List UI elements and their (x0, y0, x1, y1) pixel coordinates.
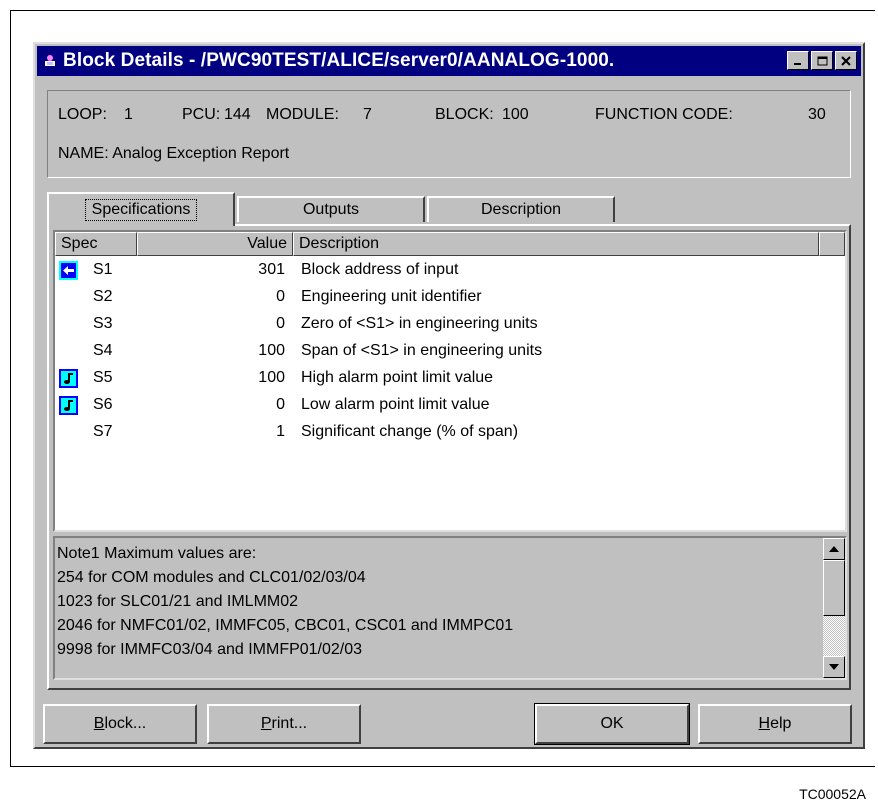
print-button[interactable]: Print... (207, 704, 361, 744)
maximize-icon[interactable] (811, 51, 833, 70)
block-value: 100 (502, 106, 529, 123)
spec-value: 0 (276, 396, 285, 413)
block-label: BLOCK: (435, 106, 494, 123)
tab-specifications-label: Specifications (84, 199, 198, 221)
list-item[interactable]: S2 0 Engineering unit identifier (55, 285, 845, 312)
tab-outputs[interactable]: Outputs (237, 196, 425, 222)
spec-description: Engineering unit identifier (301, 288, 482, 305)
spec-value: 301 (258, 261, 285, 278)
scroll-thumb[interactable] (823, 560, 845, 616)
tab-description-label: Description (480, 201, 562, 218)
tunable-note-icon (59, 396, 78, 415)
function-code-value: 30 (808, 106, 826, 123)
spec-value: 0 (276, 315, 285, 332)
spec-description: Zero of <S1> in engineering units (301, 315, 538, 332)
function-code-label: FUNCTION CODE: (595, 106, 733, 123)
spec-id: S5 (93, 369, 113, 386)
print-button-label: rint... (271, 715, 308, 732)
note-line: 1023 for SLC01/21 and IMLMM02 (57, 593, 299, 610)
column-header-spec[interactable]: Spec (55, 232, 137, 256)
column-header-description[interactable]: Description (293, 232, 819, 256)
spec-list[interactable]: Spec Value Description S1 301 Block addres… (53, 230, 847, 532)
title-bar[interactable]: Block Details - /PWC90TEST/ALICE/server0… (37, 46, 861, 76)
pcu-label: PCU: (182, 106, 221, 123)
spec-id: S6 (93, 396, 113, 413)
spec-description: Block address of input (301, 261, 459, 278)
notes-box[interactable]: Note1 Maximum values are: 254 for COM mo… (53, 536, 847, 680)
note-line: 2046 for NMFC01/02, IMMFC05, CBC01, CSC0… (57, 617, 514, 634)
list-item[interactable]: S5 100 High alarm point limit value (55, 366, 845, 393)
name-value: Analog Exception Report (112, 145, 290, 162)
spec-rows: S1 301 Block address of input S2 0 Engineerin… (55, 258, 845, 447)
list-header: Spec Value Description (55, 232, 845, 256)
notes-text: Note1 Maximum values are: 254 for COM mo… (57, 542, 513, 662)
module-value: 7 (363, 106, 372, 123)
ok-button-label: OK (600, 715, 624, 732)
loop-value: 1 (124, 106, 133, 123)
tab-outputs-label: Outputs (302, 201, 360, 218)
spec-value: 100 (258, 342, 285, 359)
spec-value: 0 (276, 288, 285, 305)
spec-id: S3 (93, 315, 113, 332)
help-button[interactable]: Help (698, 704, 852, 744)
block-button[interactable]: Block... (43, 704, 197, 744)
spec-value: 1 (276, 423, 285, 440)
minimize-icon[interactable] (787, 51, 809, 70)
window-title: Block Details - /PWC90TEST/ALICE/server0… (63, 50, 615, 71)
block-details-app-icon[interactable] (43, 54, 57, 68)
scroll-down-button[interactable] (823, 656, 845, 678)
tab-description[interactable]: Description (427, 196, 615, 222)
name-label: NAME: (58, 145, 109, 162)
spec-id: S7 (93, 423, 113, 440)
figure-id: TC00052A (799, 786, 866, 802)
column-header-filler (819, 232, 845, 256)
list-item[interactable]: S4 100 Span of <S1> in engineering units (55, 339, 845, 366)
block-info-panel: LOOP: 1 PCU: 144 MODULE: 7 BLOCK: 100 FU… (47, 90, 851, 178)
scroll-down-arrow-icon (829, 664, 839, 670)
block-details-window: Block Details - /PWC90TEST/ALICE/server0… (33, 42, 865, 749)
scroll-up-arrow-icon (829, 546, 839, 552)
spec-description: Span of <S1> in engineering units (301, 342, 543, 359)
spec-id: S2 (93, 288, 113, 305)
note-line: Note1 Maximum values are: (57, 545, 257, 562)
spec-description: Significant change (% of span) (301, 423, 519, 440)
spec-description: Low alarm point limit value (301, 396, 490, 413)
module-label: MODULE: (266, 106, 339, 123)
notes-scrollbar[interactable] (823, 538, 845, 678)
note-line: 9998 for IMMFC03/04 and IMMFP01/02/03 (57, 641, 363, 658)
spec-id: S1 (93, 261, 113, 278)
list-item[interactable]: S1 301 Block address of input (55, 258, 845, 285)
loop-label: LOOP: (58, 106, 107, 123)
specifications-panel: Spec Value Description S1 301 Block addres… (47, 224, 851, 690)
note-line: 254 for COM modules and CLC01/02/03/04 (57, 569, 366, 586)
close-icon[interactable] (835, 51, 857, 70)
spec-description: High alarm point limit value (301, 369, 494, 386)
spec-id: S4 (93, 342, 113, 359)
list-item[interactable]: S7 1 Significant change (% of span) (55, 420, 845, 447)
spec-value: 100 (258, 369, 285, 386)
input-link-icon (59, 261, 78, 280)
print-button-accel: P (260, 715, 272, 732)
block-button-accel: B (93, 715, 105, 732)
block-button-label: lock... (104, 715, 147, 732)
tunable-note-icon (59, 369, 78, 388)
tab-specifications[interactable]: Specifications (47, 192, 235, 226)
pcu-value: 144 (224, 106, 251, 123)
scroll-up-button[interactable] (823, 538, 845, 560)
list-item[interactable]: S3 0 Zero of <S1> in engineering units (55, 312, 845, 339)
help-button-accel: H (758, 715, 771, 732)
ok-button[interactable]: OK (534, 703, 690, 745)
help-button-label: elp (770, 715, 792, 732)
list-item[interactable]: S6 0 Low alarm point limit value (55, 393, 845, 420)
column-header-value[interactable]: Value (137, 232, 293, 256)
